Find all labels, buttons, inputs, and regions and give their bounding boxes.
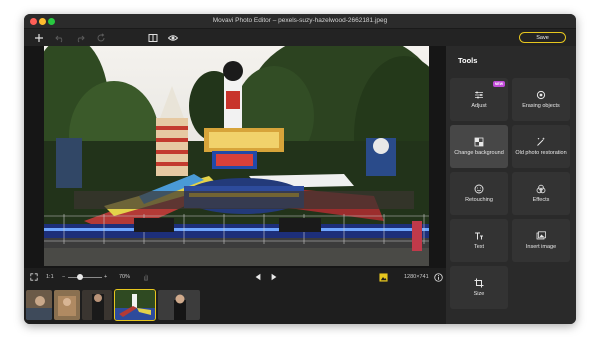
tool-label: Erasing objects <box>522 102 560 109</box>
text-icon <box>475 232 483 240</box>
zoom-slider-handle[interactable] <box>76 274 83 280</box>
redo-icon[interactable] <box>73 31 86 44</box>
window-title: Movavi Photo Editor – pexels-suzy-hazelw… <box>212 17 388 24</box>
tool-label: Adjust <box>471 102 487 109</box>
compare-icon[interactable] <box>146 31 159 44</box>
image-icon <box>536 231 546 240</box>
tool-label: Change background <box>454 149 504 156</box>
app-window: Movavi Photo Editor – pexels-suzy-hazelw… <box>24 14 576 324</box>
circles-icon <box>536 184 546 193</box>
filmstrip-thumbnail[interactable] <box>54 290 80 320</box>
tool-change-background[interactable]: Change background <box>450 125 508 168</box>
tool-label: Old photo restoration <box>515 149 567 156</box>
filmstrip-thumbnail[interactable] <box>82 290 112 320</box>
tool-insert-image[interactable]: Insert image <box>512 219 570 262</box>
panel-title: Tools <box>458 56 478 65</box>
checker-icon <box>474 137 484 147</box>
sliders-icon <box>475 91 483 99</box>
actual-size-button[interactable]: 1:1 <box>46 272 54 282</box>
zoom-in-button[interactable]: + <box>104 272 107 282</box>
next-image-icon[interactable] <box>270 272 278 282</box>
tool-label: Text <box>473 243 485 250</box>
tool-label: Retouching <box>465 196 493 203</box>
tool-adjust[interactable]: NEW Adjust <box>450 78 508 121</box>
smile-icon <box>474 184 484 194</box>
edited-photo[interactable] <box>44 46 429 266</box>
fit-to-screen-icon[interactable] <box>30 272 38 282</box>
preview-eye-icon[interactable] <box>166 31 179 44</box>
zoom-value: 70% <box>119 274 131 280</box>
image-dimensions: 1280×741 <box>404 274 429 280</box>
add-icon[interactable] <box>32 31 45 44</box>
filmstrip-thumbnail[interactable] <box>26 290 52 320</box>
tools-panel: Tools NEW Adjust Erasing objects Change … <box>446 46 576 324</box>
canvas-controls-bar: 1:1 − + 70% 1280×741 <box>24 268 446 286</box>
tool-size[interactable]: Size <box>450 266 508 309</box>
filmstrip <box>24 286 446 324</box>
canvas-area <box>24 46 446 268</box>
save-button[interactable]: Save <box>519 32 566 43</box>
undo-icon[interactable] <box>53 31 66 44</box>
filmstrip-thumbnail-selected[interactable] <box>114 289 156 321</box>
previous-image-icon[interactable] <box>254 272 262 282</box>
title-bar: Movavi Photo Editor – pexels-suzy-hazelw… <box>24 14 576 29</box>
tool-erasing-objects[interactable]: Erasing objects <box>512 78 570 121</box>
zoom-slider[interactable] <box>68 277 102 278</box>
reset-icon[interactable] <box>94 31 107 44</box>
info-icon[interactable] <box>434 272 443 282</box>
eraser-icon <box>536 90 546 99</box>
tool-retouching[interactable]: Retouching <box>450 172 508 215</box>
tool-label: Size <box>473 290 485 297</box>
top-toolbar: Save <box>24 29 576 46</box>
tool-label: Effects <box>532 196 550 203</box>
tool-label: Insert image <box>525 243 557 250</box>
tool-text[interactable]: Text <box>450 219 508 262</box>
tool-old-photo-restoration[interactable]: Old photo restoration <box>512 125 570 168</box>
hand-tool-icon[interactable] <box>142 272 150 282</box>
zoom-out-button[interactable]: − <box>62 272 65 282</box>
filmstrip-thumbnail[interactable] <box>158 290 200 320</box>
wand-icon <box>537 137 545 146</box>
crop-icon <box>474 278 484 288</box>
new-badge: NEW <box>492 81 505 87</box>
filmstrip-toggle-icon[interactable] <box>379 272 388 282</box>
tool-effects[interactable]: Effects <box>512 172 570 215</box>
